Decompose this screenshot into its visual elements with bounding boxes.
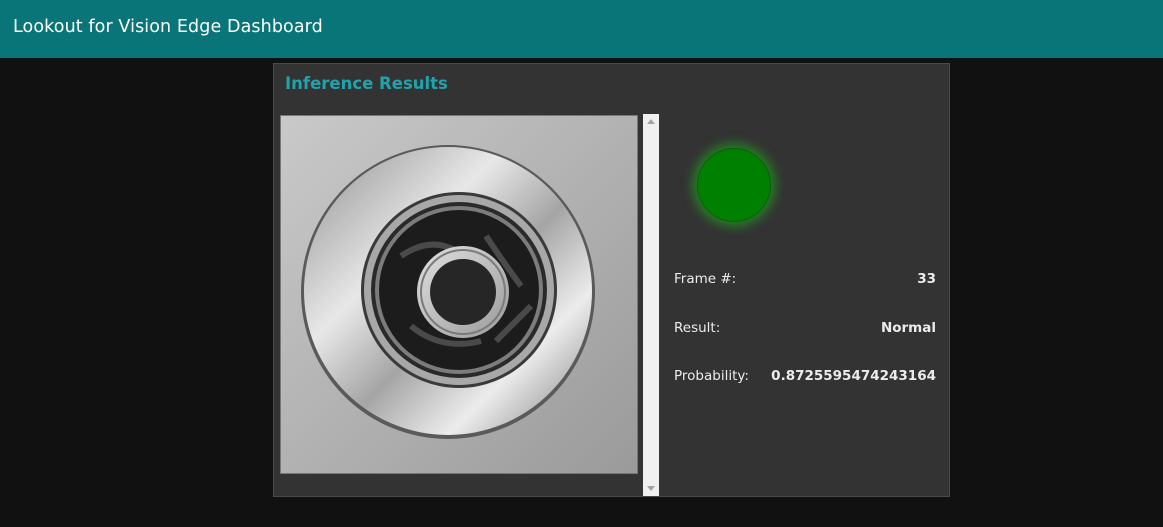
- result-label: Result:: [674, 320, 721, 336]
- app-header: Lookout for Vision Edge Dashboard: [0, 0, 1163, 58]
- probability-row: Probability: 0.8725595474243164: [674, 368, 936, 388]
- image-scrollbar[interactable]: [643, 114, 659, 496]
- status-indicator-light: [697, 148, 771, 222]
- probability-label: Probability:: [674, 368, 749, 384]
- scroll-down-arrow-icon[interactable]: [647, 486, 655, 491]
- part-photo: [281, 116, 637, 473]
- frame-value: 33: [917, 271, 936, 287]
- frame-row: Frame #: 33: [674, 271, 936, 291]
- scroll-up-arrow-icon[interactable]: [647, 119, 655, 124]
- inference-results-panel: Inference Results Frame #: 33 Result: No…: [273, 63, 950, 497]
- inference-image: [280, 115, 638, 474]
- probability-value: 0.8725595474243164: [771, 368, 936, 384]
- result-row: Result: Normal: [674, 320, 936, 340]
- app-title: Lookout for Vision Edge Dashboard: [13, 17, 323, 37]
- frame-label: Frame #:: [674, 271, 737, 287]
- panel-title: Inference Results: [285, 74, 448, 93]
- result-value: Normal: [880, 320, 936, 336]
